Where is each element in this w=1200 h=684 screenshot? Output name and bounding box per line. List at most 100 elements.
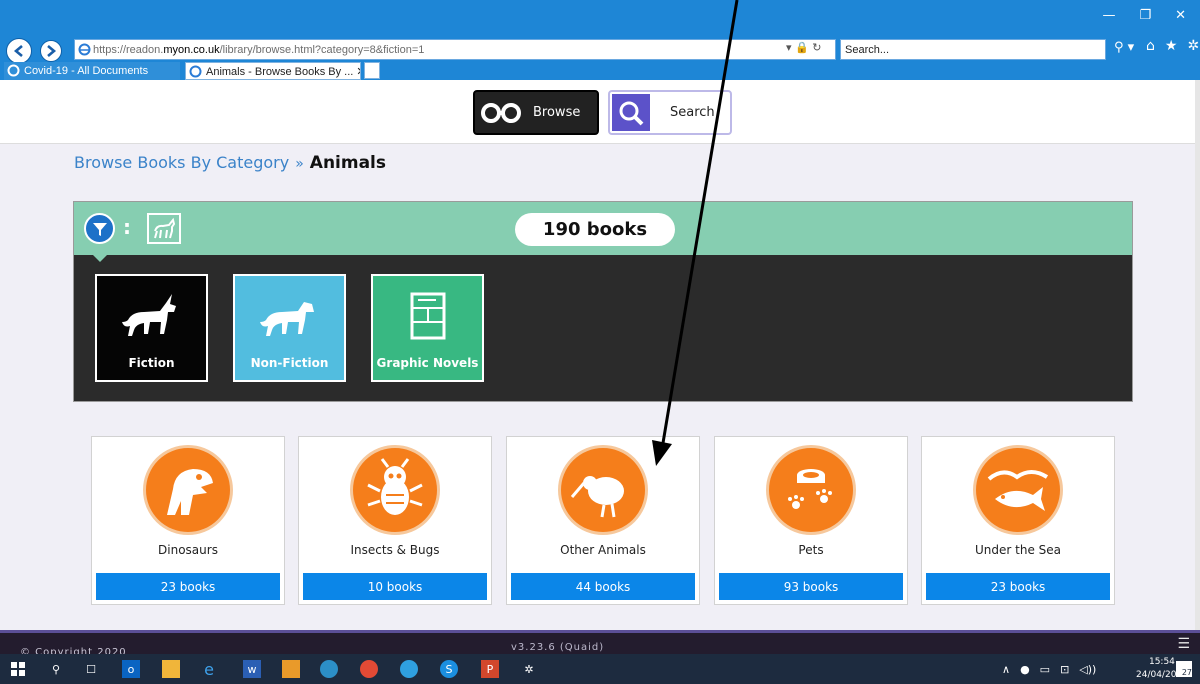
unicorn-icon <box>121 294 176 336</box>
filter-bar: : 190 books <box>74 202 1132 255</box>
genre-fiction-button[interactable]: Fiction <box>95 274 208 382</box>
network-icon[interactable]: ⊡ <box>1060 663 1069 676</box>
browse-label: Browse <box>533 105 581 120</box>
url-path: /library/browse.html?category=8&fiction=… <box>219 43 425 56</box>
category-card-under-the-sea[interactable]: Under the Sea 23 books <box>921 436 1115 605</box>
ie-icon <box>78 43 91 56</box>
page-header: Browse Search <box>0 80 1195 144</box>
file-explorer-icon[interactable] <box>162 660 180 678</box>
genre-label: Non-Fiction <box>250 356 329 370</box>
category-card-other-animals[interactable]: Other Animals 44 books <box>506 436 700 605</box>
dinosaur-icon <box>143 445 233 535</box>
category-count[interactable]: 23 books <box>96 573 280 600</box>
category-count[interactable]: 23 books <box>926 573 1110 600</box>
volume-icon[interactable]: ◁)) <box>1079 663 1096 676</box>
forward-button[interactable] <box>40 40 62 62</box>
back-arrow-icon <box>13 45 23 57</box>
hamburger-menu-icon[interactable]: ☰ <box>1177 636 1190 652</box>
comic-panel-icon <box>410 292 445 340</box>
settings-gear-icon[interactable]: ✲ <box>1187 38 1199 54</box>
word-icon[interactable]: w <box>243 660 261 678</box>
book-count-badge: 190 books <box>515 213 675 246</box>
system-tray[interactable]: ∧ ● ▭ ⊡ ◁)) <box>1002 663 1096 676</box>
browse-button[interactable]: Browse <box>473 90 599 135</box>
notification-center-icon[interactable]: 27 <box>1176 661 1192 677</box>
windows-taskbar: ⚲ ☐ o e w S P ✲ ∧ ● ▭ ⊡ ◁)) 15:54 24/04/… <box>0 654 1200 684</box>
category-count[interactable]: 44 books <box>511 573 695 600</box>
genre-nonfiction-button[interactable]: Non-Fiction <box>233 274 346 382</box>
tab-label: Covid-19 - All Documents <box>24 65 149 77</box>
restore-button[interactable]: ❐ <box>1139 8 1151 23</box>
chevron-up-icon[interactable]: ∧ <box>1002 663 1010 676</box>
windows-start-icon[interactable] <box>9 660 27 678</box>
magnifier-icon <box>612 94 650 131</box>
toolbar-icons: ⌂ ★ ✲ <box>1146 38 1199 54</box>
favorites-star-icon[interactable]: ★ <box>1165 38 1178 54</box>
category-name: Other Animals <box>560 543 646 557</box>
breadcrumb-parent-link[interactable]: Browse Books By Category <box>74 153 289 172</box>
category-count[interactable]: 93 books <box>719 573 903 600</box>
category-card-insects[interactable]: Insects & Bugs 10 books <box>298 436 492 605</box>
filter-caret <box>92 254 108 262</box>
category-card-dinosaurs[interactable]: Dinosaurs 23 books <box>91 436 285 605</box>
breadcrumb: Browse Books By Category » Animals <box>74 153 386 173</box>
address-tools[interactable]: ▾ 🔒 ↻ <box>786 41 821 54</box>
page-scrollbar[interactable] <box>1195 80 1200 630</box>
category-name: Under the Sea <box>975 543 1061 557</box>
battery-icon[interactable]: ▭ <box>1040 663 1050 676</box>
page-title: Animals <box>309 153 386 173</box>
forward-arrow-icon <box>47 45 57 57</box>
url-prefix: https://readon. <box>93 43 164 56</box>
new-tab-button[interactable] <box>364 62 380 79</box>
tab-label: Animals - Browse Books By ... ✕ <box>206 65 361 78</box>
skype-icon[interactable]: S <box>440 660 458 678</box>
microphone-icon[interactable]: ● <box>1020 663 1030 676</box>
genre-graphic-novels-button[interactable]: Graphic Novels <box>371 274 484 382</box>
browser-chrome: — ❐ ✕ https://readon. myon.co.uk/library/… <box>0 0 1200 80</box>
tab-animals-browse[interactable]: Animals - Browse Books By ... ✕ <box>185 62 361 80</box>
search-label: Search <box>670 105 715 120</box>
category-name: Dinosaurs <box>158 543 218 557</box>
version-text: v3.23.6 (Quaid) <box>511 642 605 653</box>
category-name: Insects & Bugs <box>350 543 440 557</box>
filter-panel: : 190 books Fiction Non-Fiction Graphic … <box>73 201 1133 402</box>
category-name: Pets <box>798 543 824 557</box>
breadcrumb-separator: » <box>295 156 304 172</box>
tab-covid-documents[interactable]: Covid-19 - All Documents <box>4 62 180 80</box>
fish-icon <box>973 445 1063 535</box>
app-icon[interactable] <box>282 660 300 678</box>
powerpoint-icon[interactable]: P <box>481 660 499 678</box>
home-icon[interactable]: ⌂ <box>1146 38 1155 54</box>
settings-icon[interactable]: ✲ <box>520 660 538 678</box>
category-card-pets[interactable]: Pets 93 books <box>714 436 908 605</box>
kiwi-bird-icon <box>558 445 648 535</box>
search-button[interactable]: Search <box>608 90 732 135</box>
browser-search-input[interactable]: Search... <box>840 39 1106 60</box>
internet-explorer-icon[interactable]: e <box>200 660 218 679</box>
window-controls: — ❐ ✕ <box>1102 8 1200 23</box>
back-button[interactable] <box>6 38 32 64</box>
app-globe-icon[interactable] <box>320 660 338 678</box>
filter-separator: : <box>123 215 131 239</box>
address-bar[interactable]: https://readon. myon.co.uk/library/browse… <box>74 39 836 60</box>
pet-bowl-icon <box>766 445 856 535</box>
outlook-icon[interactable]: o <box>122 660 140 678</box>
ie-icon <box>189 65 202 78</box>
search-icon[interactable]: ⚲ <box>47 660 65 678</box>
search-icon[interactable]: ⚲ ▾ <box>1114 40 1134 55</box>
category-count[interactable]: 10 books <box>303 573 487 600</box>
filter-funnel-icon[interactable] <box>84 213 115 244</box>
bug-icon <box>350 445 440 535</box>
task-view-icon[interactable]: ☐ <box>82 660 100 678</box>
myon-page: Browse Search Browse Books By Category » A… <box>0 80 1195 630</box>
edge-icon[interactable] <box>400 660 418 678</box>
close-window-button[interactable]: ✕ <box>1175 8 1186 23</box>
animal-category-icon[interactable] <box>147 213 181 244</box>
minimize-button[interactable]: — <box>1102 8 1115 23</box>
page-footer: © Copyright 2020 v3.23.6 (Quaid) ☰ <box>0 630 1200 658</box>
ie-icon <box>7 64 20 77</box>
genre-label: Fiction <box>128 356 175 370</box>
chrome-icon[interactable] <box>360 660 378 678</box>
goggles-icon <box>481 102 521 123</box>
genre-label: Graphic Novels <box>376 356 479 370</box>
